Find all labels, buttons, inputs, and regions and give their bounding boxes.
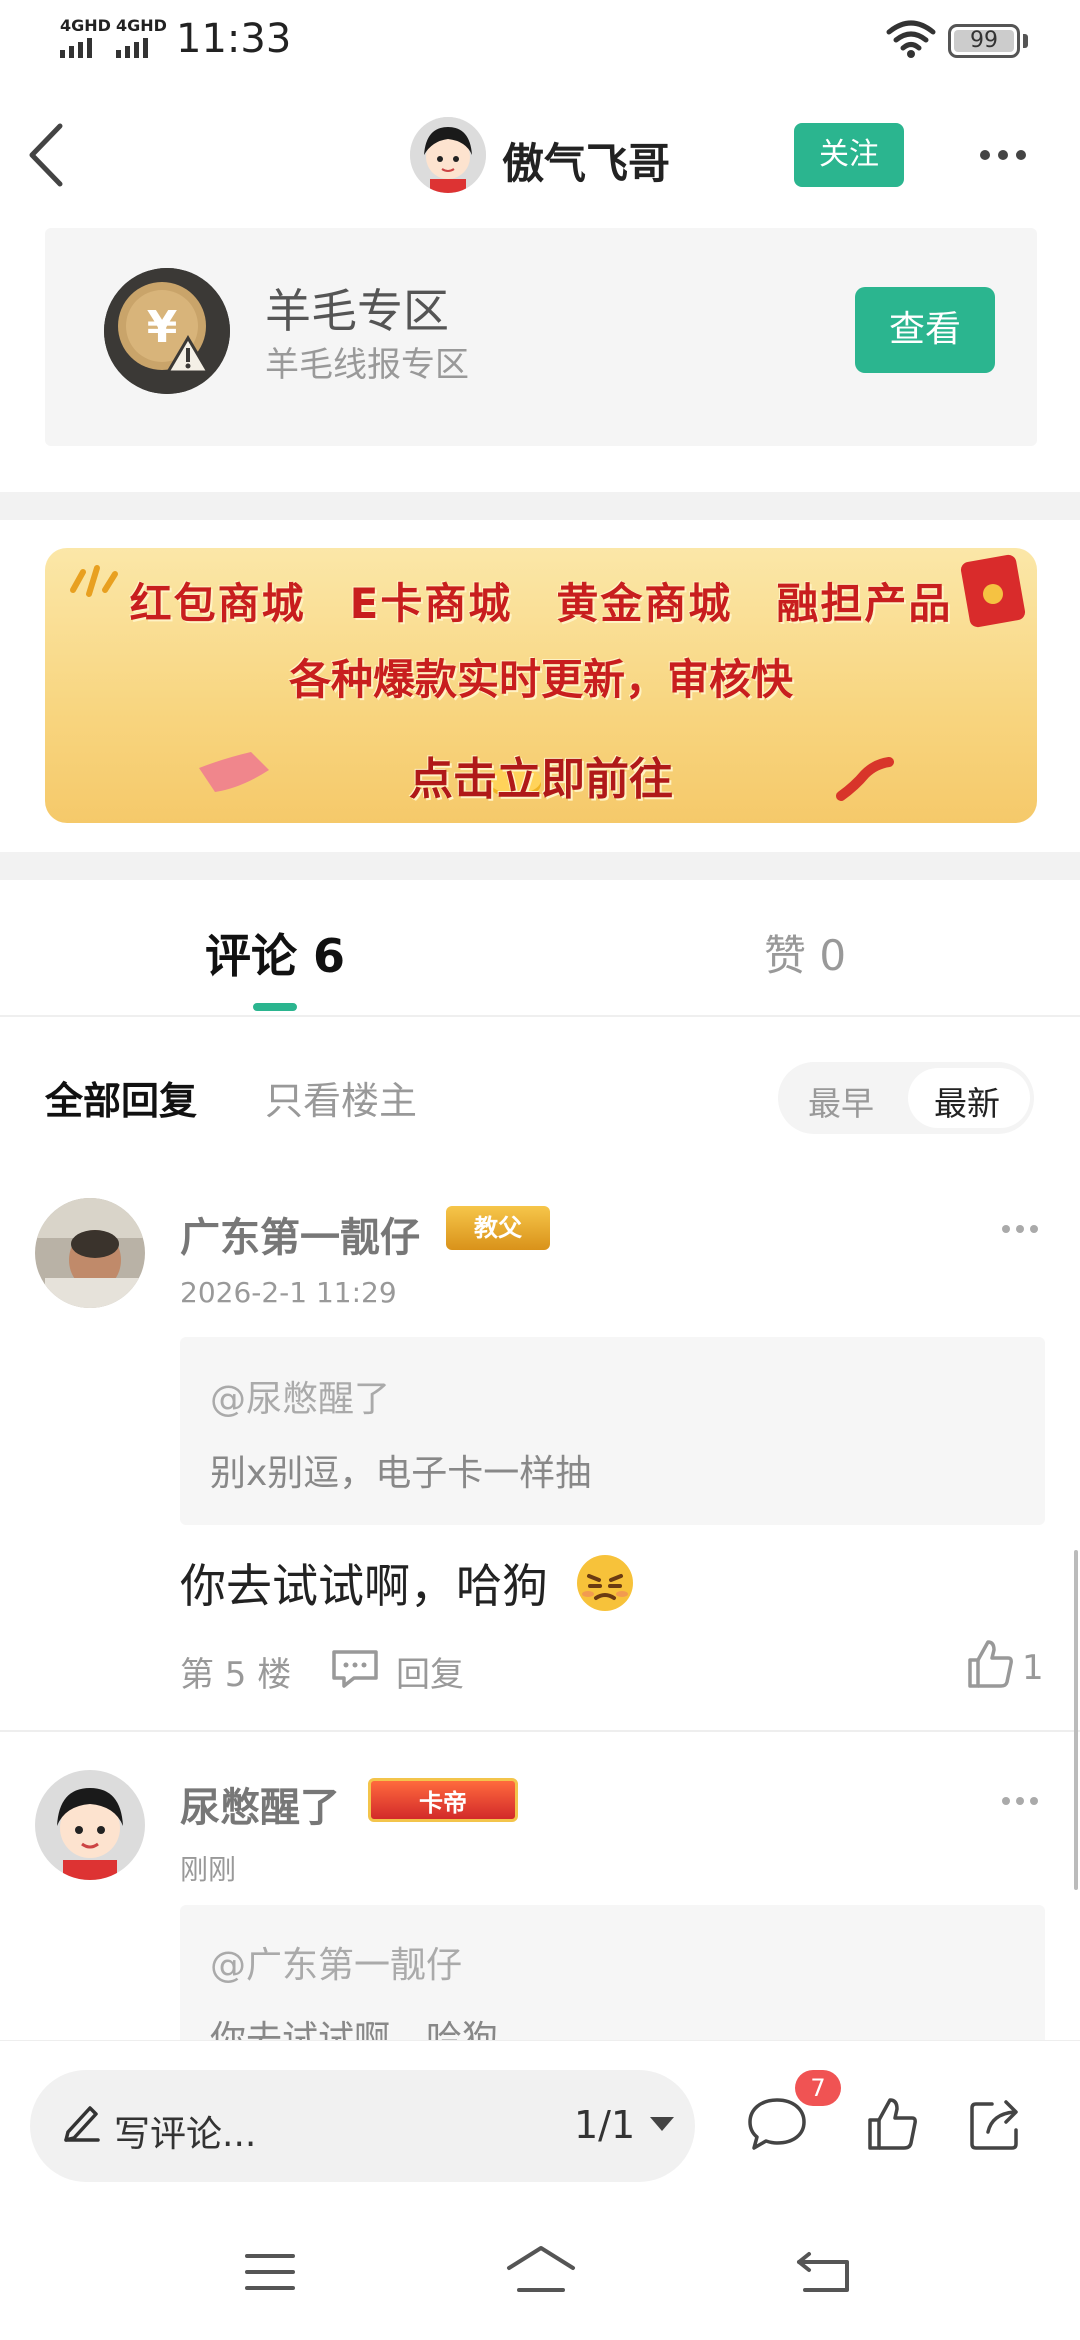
reply-button[interactable]: 回复 (396, 1647, 464, 1696)
page-indicator[interactable]: 1/1 (574, 2103, 635, 2147)
floor-number: 第 5 楼 (180, 1655, 292, 1695)
promo-banner[interactable]: 红包商城 E卡商城 黄金商城 融担产品 各种爆款实时更新，审核快 点击立即前往 (45, 548, 1037, 823)
user-badge: 教父 (446, 1206, 550, 1250)
view-forum-button[interactable]: 查看 (855, 287, 995, 373)
sort-newest[interactable]: 最新 (934, 1077, 1000, 1125)
comment-count-badge: 7 (795, 2070, 841, 2106)
active-tab-indicator (253, 1003, 297, 1011)
comment-time: 2026-2-1 11:29 (180, 1276, 397, 1309)
like-count: 1 (1022, 1648, 1044, 1688)
pencil-icon (62, 2100, 102, 2146)
section-divider (0, 492, 1080, 520)
battery-icon: 99 (948, 24, 1020, 58)
follow-button[interactable]: 关注 (794, 123, 904, 187)
like-icon[interactable] (966, 1638, 1014, 1694)
avatar[interactable] (35, 1198, 145, 1308)
banner-line-2: 各种爆款实时更新，审核快 (288, 655, 793, 704)
reply-icon[interactable] (330, 1648, 380, 1694)
clock: 11:33 (176, 16, 292, 62)
wifi-icon (886, 20, 936, 62)
forum-description: 羊毛线报专区 (265, 345, 469, 385)
author-name[interactable]: 傲气飞哥 (502, 130, 670, 191)
quoted-user[interactable]: @广东第一靓仔 (210, 1936, 462, 1988)
forum-name: 羊毛专区 (265, 284, 449, 338)
battery-tip (1023, 34, 1028, 48)
back-button[interactable] (26, 120, 66, 194)
status-bar: 4GHD 4GHD 11:33 99 (0, 0, 1080, 90)
filter-op-only[interactable]: 只看楼主 (265, 1070, 417, 1125)
dropdown-icon[interactable] (648, 2115, 676, 2137)
user-badge: 卡帝 (368, 1778, 518, 1822)
tab-comments[interactable]: 评论 6 (205, 920, 345, 986)
comment-user-name[interactable]: 尿憋醒了 (180, 1775, 340, 1833)
comment-bubble-icon[interactable] (746, 2096, 808, 2156)
home-icon[interactable] (505, 2244, 577, 2298)
comment-more-icon[interactable] (1002, 1225, 1038, 1233)
avatar[interactable] (35, 1770, 145, 1880)
tab-likes[interactable]: 赞 0 (764, 922, 846, 983)
thumb-up-icon[interactable] (866, 2096, 918, 2156)
tab-divider (0, 1015, 1080, 1017)
network-type-2: 4GHD (116, 16, 167, 35)
forum-icon: ¥ (104, 268, 230, 394)
share-icon[interactable] (968, 2096, 1028, 2156)
signal-icon-2 (116, 38, 148, 58)
battery-level: 99 (970, 28, 998, 53)
comment-user-name[interactable]: 广东第一靓仔 (180, 1205, 420, 1263)
comment-placeholder[interactable]: 写评论... (114, 2105, 256, 2157)
author-avatar[interactable] (410, 117, 486, 193)
quoted-text: 别x别逗，电子卡一样抽 (210, 1453, 592, 1494)
banner-line-3: 点击立即前往 (409, 754, 673, 805)
sort-earliest[interactable]: 最早 (808, 1077, 874, 1125)
quoted-user[interactable]: @尿憋醒了 (210, 1370, 390, 1422)
back-nav-icon[interactable] (795, 2248, 851, 2298)
signal-icon-1 (60, 38, 92, 58)
comment-time: 刚刚 (180, 1853, 237, 1886)
banner-line-1: 红包商城 E卡商城 黄金商城 融担产品 (129, 579, 953, 628)
scrollbar[interactable] (1074, 1550, 1078, 1890)
menu-icon[interactable] (244, 2252, 296, 2296)
comment-divider (0, 1730, 1080, 1732)
emoji-icon (574, 1552, 636, 1618)
svg-text:¥: ¥ (147, 302, 178, 353)
filter-all-replies[interactable]: 全部回复 (45, 1070, 197, 1125)
comment-body: 你去试试啊，哈狗 (180, 1559, 548, 1613)
quoted-comment[interactable] (180, 1337, 1045, 1525)
section-divider (0, 852, 1080, 880)
comment-more-icon[interactable] (1002, 1797, 1038, 1805)
network-type-1: 4GHD (60, 16, 111, 35)
more-options-icon[interactable] (980, 150, 1026, 160)
